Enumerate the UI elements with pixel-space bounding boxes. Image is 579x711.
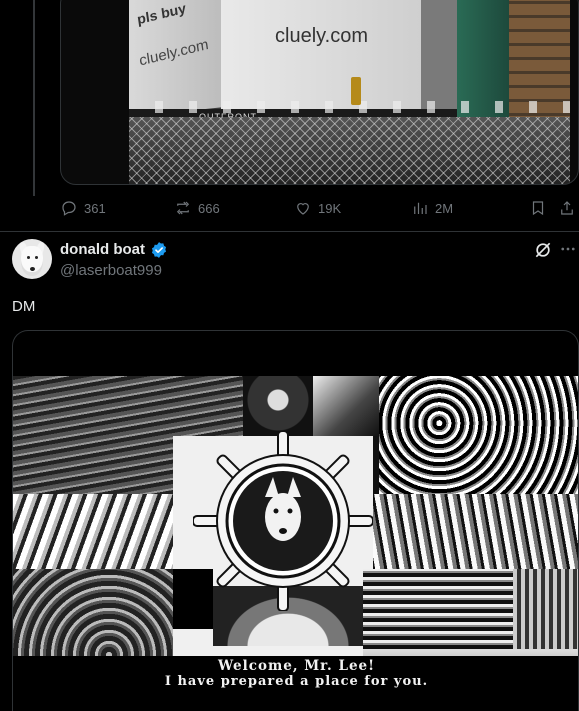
like-count: 19K [318, 200, 342, 216]
previous-tweet-media[interactable]: pls buy cluely.com cluely.com OUTFRONT [60, 0, 579, 185]
views-button[interactable]: 2M [411, 199, 453, 217]
billboard-center: cluely.com [221, 0, 421, 109]
display-name[interactable]: donald boat [60, 241, 145, 258]
dog-avatar-image [21, 246, 43, 276]
collage-tile [513, 569, 578, 649]
collage-tile [363, 494, 578, 569]
caption-line-1: Welcome, Mr. Lee! [217, 658, 376, 674]
reply-button[interactable]: 361 [60, 199, 106, 217]
collage-tile [313, 376, 379, 436]
collage-tile [379, 376, 578, 494]
collage-image: Welcome, Mr. Lee! I have prepared a plac… [13, 376, 578, 711]
billboard-left: pls buy cluely.com [129, 0, 221, 117]
bookmark-icon [532, 201, 544, 216]
traffic-light [351, 77, 361, 105]
bookmark-button[interactable] [529, 199, 547, 217]
billboard-photo: pls buy cluely.com cluely.com OUTFRONT [129, 0, 570, 184]
collage-tile [243, 376, 313, 436]
views-count: 2M [435, 200, 454, 216]
billboard-text-center: cluely.com [275, 25, 368, 47]
tweet-divider [0, 231, 579, 232]
user-handle[interactable]: @laserboat999 [60, 262, 162, 279]
repost-button[interactable]: 666 [174, 199, 220, 217]
repost-count: 666 [198, 200, 220, 216]
verified-badge-icon [151, 242, 167, 258]
grok-icon[interactable] [533, 240, 553, 260]
billboard-lamps [129, 101, 570, 113]
like-button[interactable]: 19K [294, 199, 341, 217]
collage-tile [363, 569, 513, 649]
caption-line-2: I have prepared a place for you. [164, 674, 429, 689]
reply-count: 361 [84, 200, 106, 216]
chain-link-fence [129, 117, 570, 184]
tweet-text: DM [12, 298, 36, 315]
billboard-text-left: cluely.com [138, 36, 210, 70]
share-icon [561, 201, 573, 215]
previous-tweet-action-bar: 361 666 19K 2M [60, 198, 579, 218]
views-icon [414, 202, 427, 214]
share-button[interactable] [558, 199, 576, 217]
tweet-media-image[interactable]: Welcome, Mr. Lee! I have prepared a plac… [12, 330, 579, 711]
collage-caption: Welcome, Mr. Lee! I have prepared a plac… [13, 656, 578, 711]
repost-icon [176, 201, 190, 215]
more-icon[interactable] [559, 240, 577, 258]
ship-wheel-icon [193, 431, 373, 611]
thread-connector-line [33, 0, 35, 196]
billboard-text-pls-buy: pls buy [136, 0, 187, 28]
reply-icon [62, 201, 76, 216]
like-icon [297, 203, 309, 215]
avatar[interactable] [12, 239, 52, 279]
